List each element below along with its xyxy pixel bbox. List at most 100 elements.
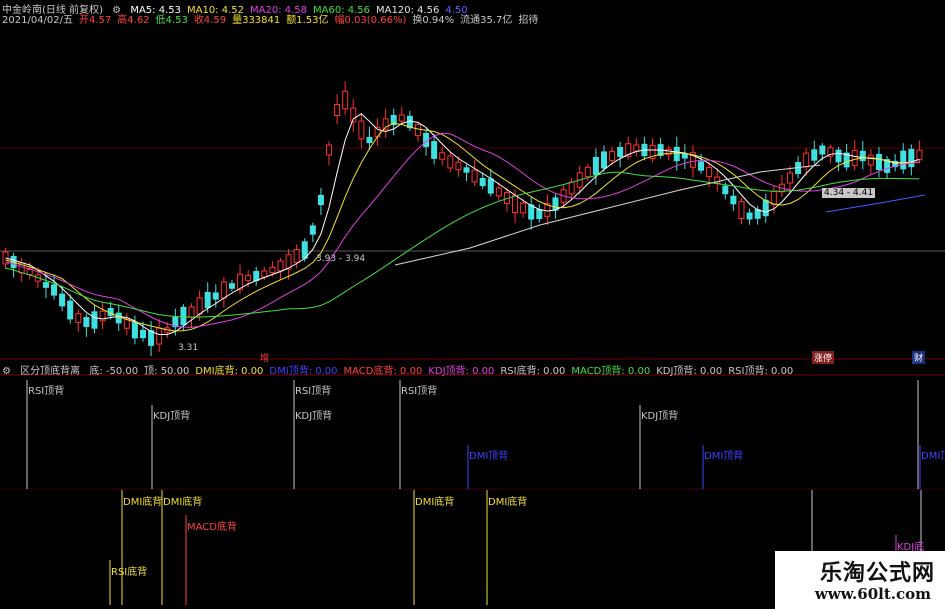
candle-body <box>342 90 349 110</box>
candle-body <box>730 195 737 205</box>
indicator-param: DMI顶背: 0.00 <box>269 366 338 377</box>
quote-value: 流通35.7亿 <box>460 15 513 26</box>
signal-label-bottom: DMI底背 <box>415 497 455 508</box>
candle-body <box>900 150 907 170</box>
quote-value: 开4.57 <box>79 15 112 26</box>
event-marker: 财 <box>912 351 926 364</box>
candle-body <box>592 157 599 175</box>
candle-body <box>487 178 494 194</box>
signal-label-top: RSI顶背 <box>28 386 65 397</box>
signal-label-top: RSI顶背 <box>295 386 332 397</box>
candle-body <box>495 187 502 197</box>
candle-body <box>269 266 276 274</box>
candle-body <box>131 321 138 339</box>
candle-body <box>156 327 163 345</box>
candle-body <box>212 292 219 300</box>
candle-body <box>754 209 761 219</box>
candle-body <box>26 268 33 276</box>
candle-body <box>91 311 98 329</box>
candle-body <box>59 293 66 307</box>
signal-label-top: KDJ顶背 <box>641 411 679 422</box>
candle-body <box>67 300 74 320</box>
candle-body <box>568 181 575 195</box>
candle-body <box>139 329 146 339</box>
candle-body <box>253 271 260 281</box>
candle-body <box>309 225 316 235</box>
indicator-param: DMI底背: 0.00 <box>195 366 264 377</box>
candle-body <box>859 150 866 162</box>
candle-body <box>803 152 810 168</box>
candle-body <box>552 197 559 211</box>
quote-value: 低4.53 <box>155 15 188 26</box>
candle-body <box>617 147 624 157</box>
chart-header-quote: 2021/04/02/五 开4.57 高4.62 低4.53 收4.59 量333841 额… <box>2 11 544 26</box>
candle-body <box>908 148 915 168</box>
candle-body <box>770 190 777 206</box>
candle-body <box>584 166 591 178</box>
candle-body <box>228 283 235 289</box>
candle-body <box>633 144 640 152</box>
range-label: 4.34 - 4.41 <box>822 188 876 198</box>
indicator-param: RSI顶背: 0.00 <box>728 366 794 377</box>
candle-body <box>398 114 405 122</box>
candle-body <box>698 161 705 171</box>
signal-label-bottom: DMI底背 <box>163 497 203 508</box>
candle-body <box>706 166 713 178</box>
ma10-line <box>5 122 920 332</box>
candle-body <box>334 104 341 116</box>
quote-value: 幅0.03(0.66%) <box>334 15 407 26</box>
candle-body <box>196 297 203 315</box>
watermark: 乐淘公式网 www.60lt.com <box>775 551 945 609</box>
signal-label-bottom: RSI底背 <box>111 567 148 578</box>
candle-body <box>317 194 324 206</box>
candle-body <box>261 270 268 278</box>
range-label: 3.93 - 3.94 <box>316 254 366 264</box>
candle-body <box>204 291 211 309</box>
candle-body <box>471 169 478 183</box>
signal-label-top: DMI顶背 <box>704 451 744 462</box>
candle-body <box>148 330 155 346</box>
moving-average-lines <box>5 113 926 335</box>
candle-body <box>326 144 333 156</box>
watermark-name: 乐淘公式网 <box>819 560 935 586</box>
ma5-line <box>5 113 920 335</box>
quote-value: 额1.53亿 <box>286 15 329 26</box>
candle-body <box>609 151 616 161</box>
candle-body <box>673 146 680 162</box>
candle-body <box>681 153 688 159</box>
indicator-settings-icon[interactable]: ⚙ <box>2 366 11 377</box>
candle-body <box>851 149 858 167</box>
candle-body <box>536 209 543 219</box>
candle-body <box>916 149 923 161</box>
candle-body <box>439 152 446 160</box>
candle-body <box>835 149 842 163</box>
indicator-param: 底: -50.00 <box>89 366 139 377</box>
kline-chart[interactable] <box>0 0 945 609</box>
candle-body <box>414 123 421 137</box>
candle-body <box>867 154 874 166</box>
signal-label-bottom: DMI底背 <box>123 497 163 508</box>
candle-body <box>301 241 308 259</box>
signal-label-bottom: MACD底背 <box>187 522 237 533</box>
indicator-header: ⚙ 区分顶底背离 底: -50.00 顶: 50.00 DMI底背: 0.00 DMI… <box>2 362 805 377</box>
candle-body <box>42 282 49 288</box>
watermark-url: www.60lt.com <box>814 585 931 603</box>
indicator-param: 顶: 50.00 <box>144 366 190 377</box>
low-price-label: 3.31 <box>178 343 199 353</box>
candle-body <box>51 284 58 296</box>
candle-body <box>123 319 130 329</box>
candle-body <box>528 204 535 220</box>
candle-body <box>520 202 527 214</box>
indicator-param: KDJ顶背: 0.00 <box>656 366 723 377</box>
candle-body <box>762 199 769 217</box>
signal-label-top: RSI顶背 <box>401 386 438 397</box>
signal-label-top: DMI顶背 <box>469 451 509 462</box>
candle-body <box>293 249 300 263</box>
signal-label-top: KDJ顶背 <box>153 411 191 422</box>
signal-label-bottom: DMI底背 <box>488 497 528 508</box>
quote-value: 换0.94% <box>412 15 455 26</box>
indicator-params: 底: -50.00 顶: 50.00 DMI底背: 0.00 DMI顶背: 0.00 M… <box>89 366 799 377</box>
signal-label-top: DMI顶 <box>921 451 945 462</box>
candle-body <box>245 275 252 281</box>
candle-body <box>722 185 729 195</box>
